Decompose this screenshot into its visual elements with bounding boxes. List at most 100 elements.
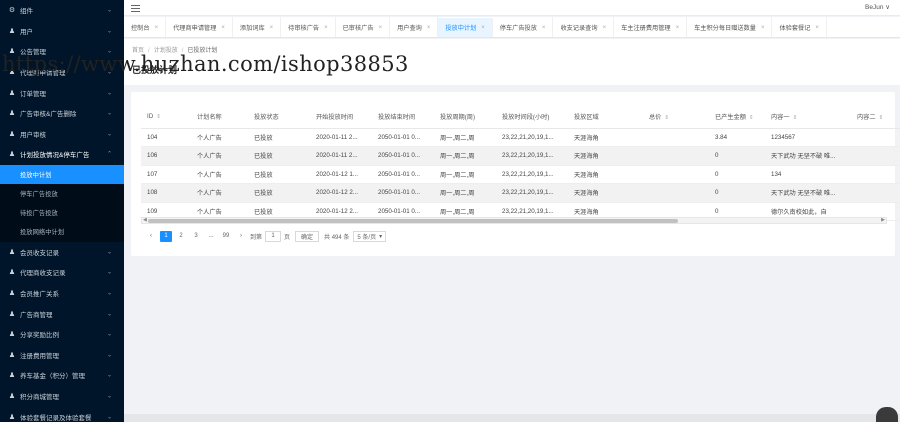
- table-cell: 天下武功 无坚不破 唯...: [765, 146, 851, 166]
- page-button[interactable]: 99: [220, 231, 232, 242]
- tab[interactable]: 体验套餐记 ×: [772, 17, 827, 37]
- column-header[interactable]: 内容一 ⇕: [765, 106, 851, 129]
- page-button[interactable]: 1: [160, 230, 172, 242]
- table-cell: 2050-01-01 0...: [372, 165, 434, 184]
- column-header: 开始投放时间: [310, 106, 372, 129]
- sidebar-item[interactable]: ♟ 代理商收支记录 ⌄: [0, 262, 124, 283]
- plans-table: ID ⇕ 计划名称 投放状态 开始投放时间 投放结束时间 投放周期(周) 投放时间段(小时) 投…: [141, 106, 900, 221]
- tab[interactable]: 车主注册费用管理 ×: [614, 17, 688, 37]
- scroll-left-icon[interactable]: ◀: [143, 217, 147, 223]
- page-button[interactable]: 2: [175, 231, 187, 242]
- chevron-down-icon: ▾: [379, 233, 383, 240]
- submenu-item[interactable]: 投放网络中计划: [0, 222, 124, 241]
- submenu-item[interactable]: 停车广告投放: [0, 184, 124, 203]
- goto-label: 到第: [250, 234, 263, 241]
- sidebar-item[interactable]: ♟ 养车基金（积分）管理 ⌄: [0, 365, 124, 386]
- submenu-item[interactable]: 待投广告投放: [0, 203, 124, 222]
- tab[interactable]: 已审核广告 ×: [336, 17, 391, 37]
- menu-toggle-icon[interactable]: [131, 3, 140, 12]
- table-row[interactable]: 108 个人广告 已投放 2020-01-12 2... 2050-01-01 0...…: [141, 183, 900, 203]
- tab[interactable]: 控制台 ×: [124, 17, 167, 37]
- column-header[interactable]: ID ⇕: [141, 106, 191, 129]
- column-header[interactable]: 总价 ⇕: [643, 106, 709, 129]
- close-icon[interactable]: ×: [379, 25, 383, 31]
- table-row[interactable]: 107 个人广告 已投放 2020-01-12 1... 2050-01-01 0...…: [141, 165, 900, 184]
- scroll-right-icon[interactable]: ▶: [881, 217, 885, 223]
- column-header-label: 计划名称: [197, 114, 222, 122]
- sidebar-item-label: 体验套餐记录及体验套餐: [20, 414, 92, 422]
- close-icon[interactable]: ×: [324, 25, 328, 31]
- sidebar-item[interactable]: ♟ 用户 ⌄: [0, 21, 124, 42]
- close-icon[interactable]: ×: [427, 25, 431, 31]
- tab[interactable]: 投放中计划 ×: [438, 18, 493, 37]
- sidebar-item-label: 订单管理: [20, 90, 46, 98]
- column-header[interactable]: 内容二 ⇕: [851, 106, 900, 129]
- page-button[interactable]: ...: [205, 231, 217, 242]
- sidebar-item-label: 会员推广关系: [20, 290, 59, 298]
- close-icon[interactable]: ×: [815, 25, 819, 31]
- sidebar-item[interactable]: ♟ 广告商管理 ⌄: [0, 303, 124, 324]
- sidebar-item[interactable]: ♟ 分享奖励比例 ⌄: [0, 324, 124, 345]
- tab[interactable]: 停车广告投放 ×: [493, 17, 554, 37]
- sidebar-item[interactable]: ♟ 体验套餐记录及体验套餐 ⌄: [0, 406, 124, 422]
- sort-icon[interactable]: ⇕: [879, 115, 884, 121]
- table-cell: [643, 165, 709, 184]
- prev-page-button[interactable]: ‹: [145, 231, 157, 242]
- close-icon[interactable]: ×: [761, 25, 765, 31]
- table-cell: 2050-01-01 0...: [372, 183, 434, 203]
- sidebar-item[interactable]: ♟ 用户审核 ⌄: [0, 124, 124, 145]
- sidebar-item[interactable]: ♟ 订单管理 ⌄: [0, 82, 124, 103]
- sort-icon[interactable]: ⇕: [664, 115, 669, 121]
- sidebar-item[interactable]: ♟ 会员收支记录 ⌄: [0, 242, 124, 263]
- sidebar-item[interactable]: ♟ 注册费用管理 ⌄: [0, 344, 124, 365]
- column-header[interactable]: 已产生金额 ⇕: [709, 106, 765, 129]
- tab-label: 体验套餐记: [779, 25, 811, 32]
- scrollbar-thumb[interactable]: [148, 219, 678, 223]
- close-icon[interactable]: ×: [155, 25, 159, 31]
- table-cell: 个人广告: [191, 165, 248, 184]
- sidebar-item[interactable]: ♟ 积分商城管理 ⌄: [0, 386, 124, 407]
- chevron-down-icon: ⌄: [106, 249, 112, 256]
- column-header: 投放结束时间: [372, 106, 434, 129]
- close-icon[interactable]: ×: [221, 25, 225, 31]
- chevron-down-icon: ⌄: [106, 28, 112, 35]
- tab[interactable]: 收支记录查询 ×: [553, 17, 615, 37]
- sidebar-item[interactable]: ⚙ 组件 ⌄: [0, 0, 124, 21]
- sidebar-item[interactable]: ♟ 会员推广关系 ⌄: [0, 283, 124, 304]
- tab-label: 停车广告投放: [499, 25, 537, 32]
- close-icon[interactable]: ×: [542, 25, 546, 31]
- status-link[interactable]: 已投放: [248, 128, 310, 147]
- next-page-button[interactable]: ›: [235, 231, 247, 242]
- table-cell: [643, 183, 709, 203]
- status-link[interactable]: 已投放: [248, 146, 310, 166]
- sort-icon[interactable]: ⇕: [793, 115, 798, 121]
- tab[interactable]: 用户查询 ×: [390, 17, 439, 37]
- sort-icon[interactable]: ⇕: [749, 115, 754, 121]
- status-link[interactable]: 已投放: [248, 183, 310, 203]
- tab[interactable]: 车主积分每日赠送数量 ×: [687, 17, 773, 37]
- table-cell: 2020-01-12 1...: [310, 165, 372, 184]
- sort-icon[interactable]: ⇕: [156, 114, 161, 120]
- tab[interactable]: 待审核广告 ×: [281, 17, 336, 37]
- tab-label: 待审核广告: [288, 25, 320, 32]
- user-menu[interactable]: BeJun ∨: [865, 3, 890, 11]
- close-icon[interactable]: ×: [481, 25, 485, 31]
- tab[interactable]: 代理商申请管理 ×: [166, 17, 233, 37]
- tab[interactable]: 添加词库 ×: [233, 17, 282, 37]
- table-row[interactable]: 106 个人广告 已投放 2020-01-11 2... 2050-01-01 0...…: [141, 146, 900, 166]
- goto-confirm-button[interactable]: 确定: [295, 230, 320, 242]
- goto-page-input[interactable]: 1: [265, 230, 282, 242]
- sidebar-item[interactable]: ♟ 计划投放情况&停车广告 ⌃: [0, 144, 124, 165]
- column-header-label: 投放区域: [574, 114, 599, 122]
- status-link[interactable]: 已投放: [248, 165, 310, 184]
- close-icon[interactable]: ×: [603, 25, 607, 31]
- user-icon: ♟: [8, 392, 16, 400]
- submenu-item[interactable]: 投放中计划: [0, 164, 124, 184]
- sidebar-item[interactable]: ♟ 广告审核&广告删除 ⌄: [0, 103, 124, 124]
- page-size-select[interactable]: 5 条/页 ▾: [353, 230, 387, 242]
- page-button[interactable]: 3: [190, 231, 202, 242]
- close-icon[interactable]: ×: [270, 25, 274, 31]
- table-row[interactable]: 104 个人广告 已投放 2020-01-11 2... 2050-01-01 0...…: [141, 128, 900, 147]
- close-icon[interactable]: ×: [676, 25, 680, 31]
- horizontal-scrollbar[interactable]: ◀ ▶: [141, 217, 887, 224]
